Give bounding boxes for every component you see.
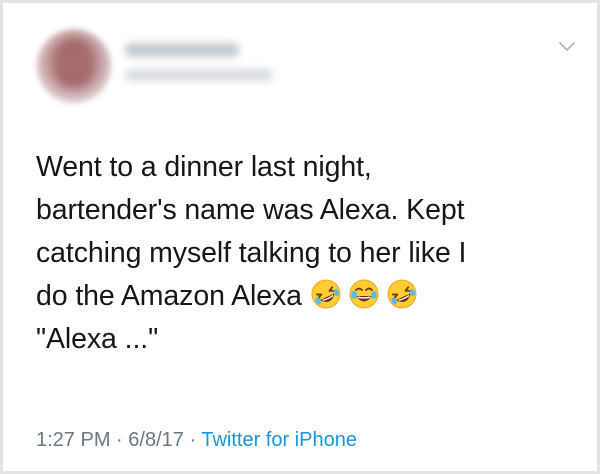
blurred-username[interactable]	[125, 69, 273, 81]
meta-separator: ·	[116, 429, 123, 451]
tweet-line: do the Amazon Alexa	[36, 280, 302, 312]
tweet-time[interactable]: 1:27 PM	[36, 429, 110, 451]
rolling-on-floor-laughing-emoji-icon	[387, 279, 417, 309]
emoji-group	[310, 278, 418, 310]
tweet-line: Went to a dinner last night,	[36, 151, 372, 183]
tweet-line-with-emoji: do the Amazon Alexa	[36, 275, 576, 318]
tweet-line: "Alexa ..."	[36, 323, 159, 355]
face-with-tears-of-joy-emoji-icon	[349, 279, 379, 309]
tweet-card: Went to a dinner last night, bartender's…	[0, 0, 600, 474]
tweet-date[interactable]: 6/8/17	[128, 429, 184, 451]
avatar-photo	[55, 39, 93, 87]
meta-separator: ·	[189, 429, 197, 451]
tweet-line: catching myself talking to her like I	[36, 237, 467, 269]
rolling-on-floor-laughing-emoji-icon	[311, 279, 341, 309]
tweet-metadata: 1:27 PM · 6/8/17 · Twitter for iPhone	[36, 427, 357, 453]
tweet-source-link[interactable]: Twitter for iPhone	[201, 429, 357, 451]
blurred-display-name[interactable]	[125, 43, 239, 57]
tweet-line: bartender's name was Alexa. Kept	[36, 194, 465, 226]
chevron-down-icon[interactable]	[557, 39, 577, 55]
tweet-text: Went to a dinner last night, bartender's…	[36, 146, 576, 361]
